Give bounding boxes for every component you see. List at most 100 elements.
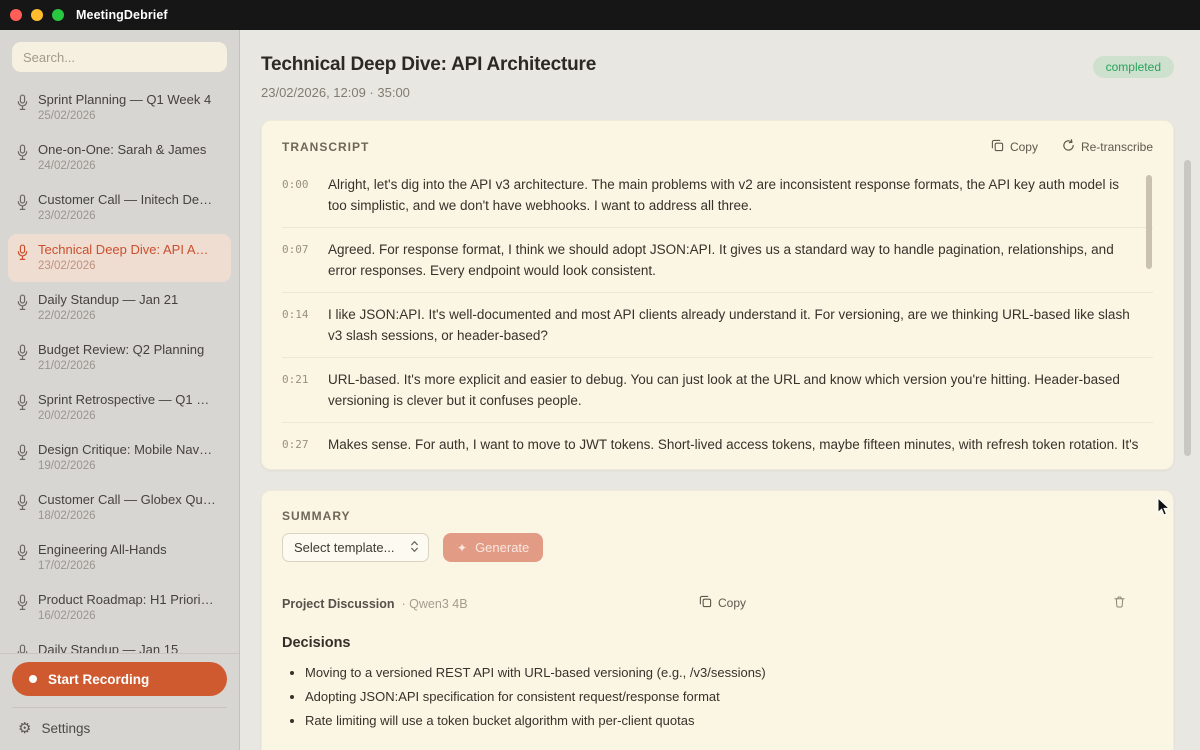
transcript-copy-label: Copy <box>1009 140 1038 154</box>
close-button[interactable] <box>10 9 22 21</box>
meeting-list-item[interactable]: Design Critique: Mobile Nav… 19/02/2026 <box>8 434 231 482</box>
meeting-list-item[interactable]: Sprint Retrospective — Q1 … 20/02/2026 <box>8 384 231 432</box>
meeting-title: Design Critique: Mobile Nav… <box>38 442 213 457</box>
transcript-timestamp: 0:21 <box>282 373 309 386</box>
transcript-entry: 0:07 Agreed. For response format, I thin… <box>282 228 1153 293</box>
transcript-entry: 0:21 URL-based. It's more explicit and e… <box>282 358 1153 423</box>
meeting-title: Engineering All-Hands <box>38 542 167 557</box>
search-input[interactable] <box>12 42 227 72</box>
meeting-title: Customer Call — Initech De… <box>38 192 213 207</box>
template-select-value: Select template... <box>294 540 395 555</box>
sidebar-footer: Start Recording ⚙ Settings <box>0 653 239 750</box>
status-badge: completed <box>1092 56 1174 78</box>
delete-summary-button[interactable] <box>1114 596 1125 611</box>
summary-label: SUMMARY <box>282 509 351 523</box>
start-recording-button[interactable]: Start Recording <box>12 662 227 696</box>
microphone-icon <box>16 494 29 516</box>
retranscribe-label: Re-transcribe <box>1080 140 1153 154</box>
summary-bullet-list: Moving to a versioned REST API with URL-… <box>282 661 1153 733</box>
meeting-list-item[interactable]: Technical Deep Dive: API A… 23/02/2026 <box>8 234 231 282</box>
trash-icon <box>1114 596 1125 611</box>
settings-item[interactable]: ⚙ Settings <box>12 707 227 750</box>
meeting-date: 18/02/2026 <box>38 510 96 522</box>
meeting-title: Customer Call — Globex Qu… <box>38 492 216 507</box>
zoom-button[interactable] <box>52 9 64 21</box>
transcript-entry: 0:14 I like JSON:API. It's well-document… <box>282 293 1153 358</box>
meeting-title: Product Roadmap: H1 Priori… <box>38 592 214 607</box>
meeting-list-item[interactable]: Customer Call — Initech De… 23/02/2026 <box>8 184 231 232</box>
summary-template-name: Project Discussion <box>282 597 395 611</box>
retranscribe-button[interactable]: Re-transcribe <box>1062 139 1153 155</box>
meeting-title: Technical Deep Dive: API A… <box>38 242 209 257</box>
microphone-icon <box>16 244 29 266</box>
meeting-date: 16/02/2026 <box>38 610 96 622</box>
meeting-list-item[interactable]: Sprint Planning — Q1 Week 4 25/02/2026 <box>8 84 231 132</box>
meeting-date: 24/02/2026 <box>38 160 96 172</box>
meeting-list-item[interactable]: One-on-One: Sarah & James 24/02/2026 <box>8 134 231 182</box>
transcript-timestamp: 0:07 <box>282 243 309 256</box>
meeting-list: Sprint Planning — Q1 Week 4 25/02/2026 O… <box>0 76 239 653</box>
meeting-date: 23/02/2026 <box>38 210 96 222</box>
page-title: Technical Deep Dive: API Architecture <box>261 54 597 75</box>
summary-copy-button[interactable]: Copy <box>699 595 746 611</box>
transcript-text: URL-based. It's more explicit and easier… <box>328 372 1120 408</box>
window-title: MeetingDebrief <box>76 8 168 22</box>
meeting-title: Sprint Retrospective — Q1 … <box>38 392 210 407</box>
transcript-text: Makes sense. For auth, I want to move to… <box>328 437 1139 459</box>
transcript-scrollbar-thumb[interactable] <box>1146 175 1152 269</box>
meeting-date: 17/02/2026 <box>38 560 96 572</box>
page-meta: 23/02/2026, 12:09 · 35:00 <box>261 85 410 100</box>
generate-button[interactable]: ✦ Generate <box>443 533 544 562</box>
microphone-icon <box>16 294 29 316</box>
microphone-icon <box>16 144 29 166</box>
transcript-entry: 0:00 Alright, let's dig into the API v3 … <box>282 163 1153 228</box>
microphone-icon <box>16 94 29 116</box>
transcript-text: Alright, let's dig into the API v3 archi… <box>328 177 1119 213</box>
meeting-list-item[interactable]: Engineering All-Hands 17/02/2026 <box>8 534 231 582</box>
transcript-entry: 0:27 Makes sense. For auth, I want to mo… <box>282 423 1153 459</box>
transcript-label: TRANSCRIPT <box>282 140 370 154</box>
minimize-button[interactable] <box>31 9 43 21</box>
chevron-up-down-icon <box>410 540 419 556</box>
meeting-list-item[interactable]: Daily Standup — Jan 21 22/02/2026 <box>8 284 231 332</box>
microphone-icon <box>16 344 29 366</box>
summary-model-name: · Qwen3 4B <box>401 597 468 611</box>
template-select[interactable]: Select template... <box>282 533 429 562</box>
transcript-text: I like JSON:API. It's well-documented an… <box>328 307 1130 343</box>
summary-bullet: Moving to a versioned REST API with URL-… <box>305 661 1153 685</box>
meeting-date: 25/02/2026 <box>38 110 96 122</box>
refresh-icon <box>1062 139 1075 155</box>
microphone-icon <box>16 644 29 653</box>
meeting-title: Sprint Planning — Q1 Week 4 <box>38 92 212 107</box>
meeting-list-item[interactable]: Daily Standup — Jan 15 <box>8 634 231 653</box>
microphone-icon <box>16 594 29 616</box>
meeting-title: One-on-One: Sarah & James <box>38 142 207 157</box>
transcript-timestamp: 0:00 <box>282 178 309 191</box>
meeting-date: 22/02/2026 <box>38 310 96 322</box>
sidebar: Sprint Planning — Q1 Week 4 25/02/2026 O… <box>0 30 240 750</box>
summary-bullet: Rate limiting will use a token bucket al… <box>305 709 1153 733</box>
window-titlebar: MeetingDebrief <box>0 0 1200 30</box>
meeting-list-item[interactable]: Customer Call — Globex Qu… 18/02/2026 <box>8 484 231 532</box>
meeting-title: Budget Review: Q2 Planning <box>38 342 205 357</box>
meeting-date: 19/02/2026 <box>38 460 96 472</box>
traffic-lights <box>0 9 64 21</box>
microphone-icon <box>16 544 29 566</box>
transcript-entries: 0:00 Alright, let's dig into the API v3 … <box>282 163 1153 459</box>
meeting-list-item[interactable]: Product Roadmap: H1 Priori… 16/02/2026 <box>8 584 231 632</box>
microphone-icon <box>16 394 29 416</box>
main-scrollbar-thumb[interactable] <box>1184 160 1191 456</box>
meeting-date: 21/02/2026 <box>38 360 96 372</box>
summary-bullet: Adopting JSON:API specification for cons… <box>305 685 1153 709</box>
settings-label: Settings <box>41 721 91 736</box>
transcript-timestamp: 0:14 <box>282 308 309 321</box>
meeting-date: 20/02/2026 <box>38 410 96 422</box>
meeting-list-item[interactable]: Budget Review: Q2 Planning 21/02/2026 <box>8 334 231 382</box>
summary-panel: SUMMARY Select template... ✦ Generate Pr… <box>261 490 1174 750</box>
microphone-icon <box>16 194 29 216</box>
record-dot-icon <box>29 675 37 683</box>
meeting-title: Daily Standup — Jan 15 <box>38 642 179 653</box>
meeting-date: 23/02/2026 <box>38 260 96 272</box>
gear-icon: ⚙ <box>18 719 32 737</box>
transcript-copy-button[interactable]: Copy <box>991 139 1038 155</box>
